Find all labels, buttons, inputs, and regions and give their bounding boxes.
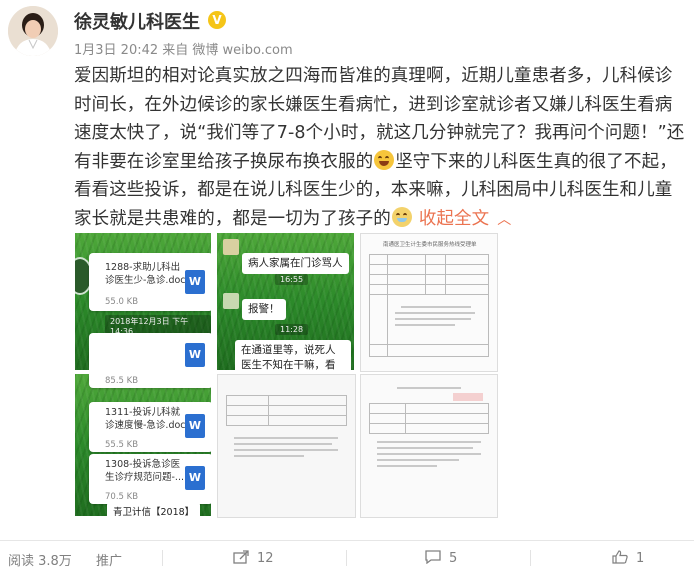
word-doc-icon: W [185, 270, 205, 294]
chat-bubble: 青卫计信【2018】 [107, 502, 201, 516]
doge-emoji-icon [391, 206, 412, 227]
divider [162, 550, 163, 566]
doc-attachment-card[interactable]: 1311-投诉儿科就诊速度慢-急诊.doc 55.5 KB W [89, 402, 211, 452]
word-doc-icon: W [185, 343, 205, 367]
divider [346, 550, 347, 566]
post-line-part: 坚守下来的儿科医生真的很了不起， [395, 151, 677, 172]
post-line: 有非要在诊室里给孩子换尿布换衣服的 坚守下来的儿科医生真的很了不起， [74, 148, 686, 177]
post-image-4[interactable]: 85.5 KB 1311-投诉儿科就诊速度慢-急诊.doc 55.5 KB W … [75, 374, 211, 516]
post-image-5[interactable] [217, 374, 356, 518]
thumbs-up-icon [612, 550, 628, 564]
doc-attachment-card[interactable]: 1288-求助儿科出诊医生少-急诊.doc 55.0 KB W [89, 253, 211, 311]
repost-icon [233, 550, 249, 564]
chevron-up-icon[interactable]: ︿ [497, 212, 511, 228]
comment-count: 5 [449, 551, 458, 566]
doc-title: 1288-求助儿科出诊医生少-急诊.doc [105, 262, 186, 286]
post-line: 时间长，在外边候诊的家长嫌医生看病忙，进到诊室就诊者又嫌儿科医生看病 [74, 94, 673, 115]
collapse-button[interactable]: 收起全文 [419, 209, 489, 229]
post-line-part: 家长就是共患难的，都是一切为了孩子的 [74, 208, 391, 229]
repost-count: 12 [257, 551, 274, 566]
post-body: 爱因斯坦的相对论真实放之四海而皆准的真理啊，近期儿童患者多，儿科候诊 时间长，在… [74, 62, 686, 235]
post-line: 速度太快了，说“我们等了7-8个小时，就这几分钟就完了？我再问个问题！”还 [74, 123, 685, 144]
action-bar: 阅读 3.8万 推广 12 5 1 [0, 540, 694, 575]
word-doc-icon: W [185, 466, 205, 490]
doc-size: 55.0 KB [105, 297, 139, 307]
doc-title: 1311-投诉儿科就诊速度慢-急诊.doc [105, 407, 186, 431]
author-name[interactable]: 徐灵敏儿科医生 [74, 8, 200, 34]
post-line: 看看这些投诉，都是在说儿科医生少的，本来嘛，儿科困局中儿科医生和儿童 [74, 180, 673, 201]
chat-timestamp: 16:55 [275, 274, 309, 285]
post-line-part: 有非要在诊室里给孩子换尿布换衣服的 [74, 151, 374, 172]
form-header: 南通医卫生计生委市民服务热线受理单 [383, 242, 477, 248]
repost-button[interactable]: 12 [233, 550, 274, 566]
chat-bubble: 报警！ [242, 299, 286, 320]
post-image-3[interactable]: 南通医卫生计生委市民服务热线受理单 [360, 233, 498, 372]
comment-icon [425, 550, 441, 564]
post-image-1[interactable]: 1288-求助儿科出诊医生少-急诊.doc 55.0 KB W 2018年12月… [75, 233, 211, 370]
word-doc-icon: W [185, 414, 205, 438]
post-image-6[interactable] [360, 374, 498, 518]
doc-attachment-card[interactable]: 1308-投诉急诊医生诊疗规范问题-... 70.5 KB W [89, 454, 211, 504]
chat-bubble: 病人家属在门诊骂人 [242, 253, 349, 274]
comment-button[interactable]: 5 [425, 550, 457, 566]
avatar[interactable] [8, 6, 58, 56]
doc-title: 1308-投诉急诊医生诊疗规范问题-... [105, 459, 184, 483]
post-meta: 1月3日 20:42 来自 微博 weibo.com [74, 43, 293, 58]
read-count: 阅读 3.8万 [8, 554, 72, 569]
doc-size: 85.5 KB [105, 376, 139, 386]
doc-attachment-card-partial: 85.5 KB [89, 374, 211, 388]
laughing-emoji-icon [374, 149, 395, 170]
doc-attachment-card-partial: W [89, 333, 211, 370]
promote-button[interactable]: 推广 [96, 550, 122, 569]
chat-bubble: 在通道里等，说死人医生不知在干嘛，看来儒超慢 [235, 340, 351, 370]
doc-size: 55.5 KB [105, 440, 139, 450]
post-image-2[interactable]: 病人家属在门诊骂人 16:55 报警！ 11:28 在通道里等，说死人医生不知在… [217, 233, 354, 370]
like-button[interactable]: 1 [612, 550, 644, 566]
post-line: 家长就是共患难的，都是一切为了孩子的 收起全文 ︿ [74, 205, 686, 235]
divider [530, 550, 531, 566]
like-count: 1 [636, 551, 645, 566]
verified-v-icon: V [208, 11, 226, 29]
chat-timestamp: 11:28 [275, 324, 309, 335]
doc-size: 70.5 KB [105, 492, 139, 502]
post-line: 爱因斯坦的相对论真实放之四海而皆准的真理啊，近期儿童患者多，儿科候诊 [74, 66, 673, 86]
